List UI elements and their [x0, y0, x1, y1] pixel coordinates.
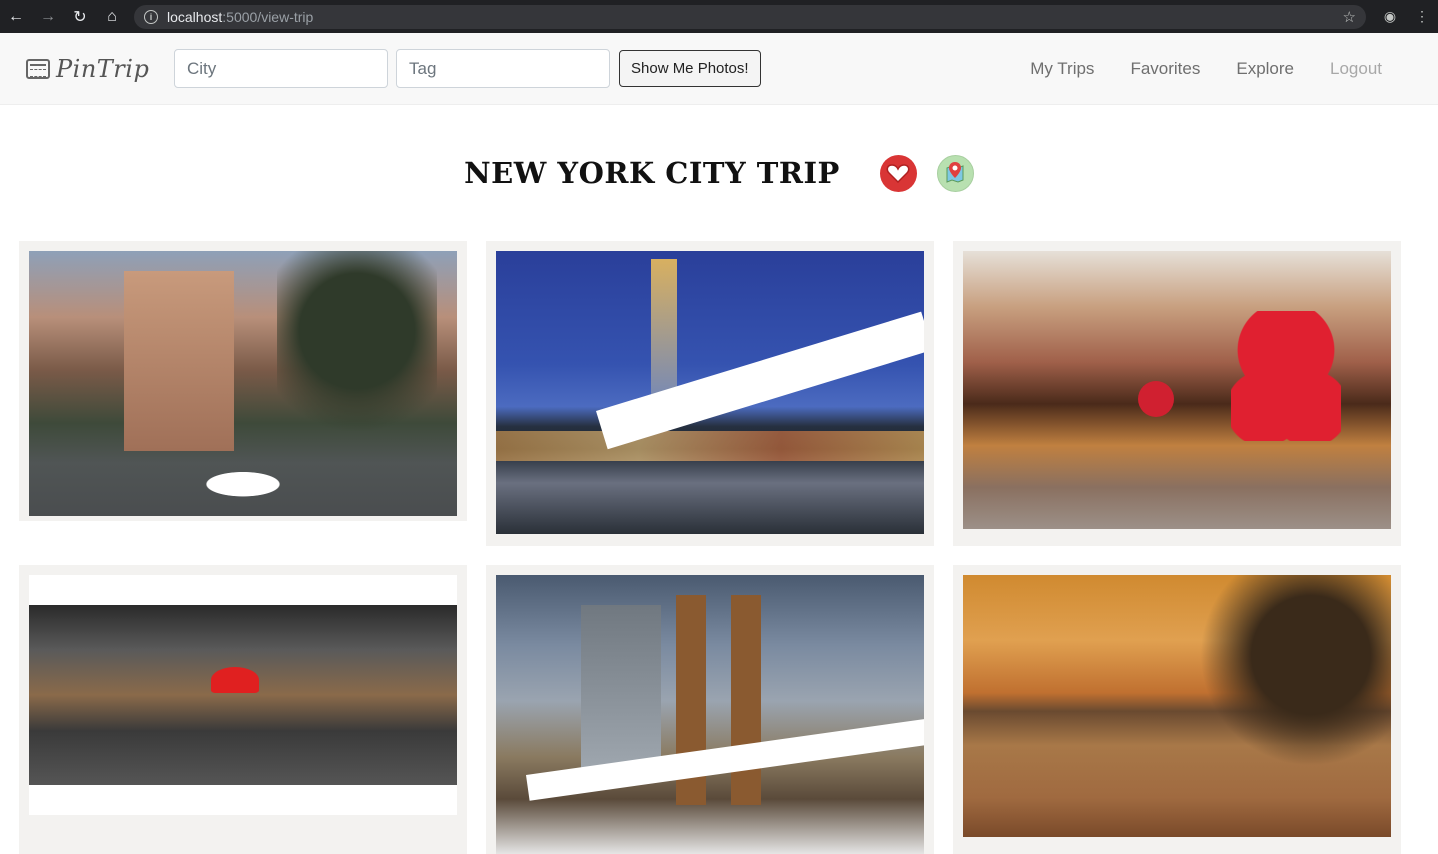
photo-manhattan-bridge[interactable] — [496, 251, 924, 534]
trip-header: NEW YORK CITY TRIP — [0, 105, 1438, 241]
tree-shape — [277, 251, 437, 451]
bookmark-star-icon[interactable]: ☆ — [1343, 8, 1356, 26]
incognito-icon[interactable]: ◉ — [1374, 8, 1406, 25]
building-shape — [124, 271, 234, 451]
nav-logout[interactable]: Logout — [1330, 59, 1382, 79]
browser-toolbar: ← → ↻ ⌂ i localhost:5000/view-trip ☆ ◉ ⋮ — [0, 0, 1438, 33]
page-title: NEW YORK CITY TRIP — [464, 156, 840, 190]
nav-explore[interactable]: Explore — [1236, 59, 1294, 79]
ornament-shape — [1231, 311, 1341, 441]
nav-links: My Trips Favorites Explore Logout — [994, 59, 1382, 79]
building-shape — [581, 605, 661, 775]
city-input[interactable] — [174, 49, 388, 88]
tree-shape — [1191, 575, 1391, 775]
photo-flatiron[interactable] — [29, 251, 457, 516]
photo-card[interactable] — [486, 565, 934, 854]
menu-dots-icon[interactable]: ⋮ — [1406, 8, 1438, 25]
tag-input[interactable] — [396, 49, 610, 88]
photo-card[interactable] — [953, 565, 1401, 854]
calendar-logo-icon — [26, 58, 50, 79]
photo-brooklyn-bridge[interactable] — [496, 575, 924, 854]
brand[interactable]: PinTrip — [26, 55, 174, 83]
photo-bridge-walkway[interactable] — [29, 575, 457, 815]
url-host: localhost — [167, 8, 223, 25]
app-navbar: PinTrip Show Me Photos! My Trips Favorit… — [0, 33, 1438, 105]
brand-name: PinTrip — [56, 54, 150, 83]
map-pin-icon[interactable] — [936, 154, 974, 192]
favorite-heart-icon[interactable] — [879, 154, 917, 192]
info-icon[interactable]: i — [144, 9, 158, 24]
nav-favorites[interactable]: Favorites — [1130, 59, 1200, 79]
show-photos-button[interactable]: Show Me Photos! — [619, 50, 761, 87]
address-bar[interactable]: i localhost:5000/view-trip ☆ — [134, 4, 1366, 29]
photo-card[interactable] — [19, 241, 467, 521]
url-path: :5000/view-trip — [222, 8, 314, 25]
walkway-scene — [29, 605, 457, 785]
photo-card[interactable] — [19, 565, 467, 854]
forward-icon[interactable]: → — [32, 0, 64, 33]
home-icon[interactable]: ⌂ — [96, 0, 128, 33]
photo-grid — [0, 241, 1438, 854]
tower-shape — [731, 595, 761, 805]
nav-my-trips[interactable]: My Trips — [1030, 59, 1094, 79]
umbrella-shape — [211, 667, 259, 693]
back-icon[interactable]: ← — [0, 0, 32, 33]
skyline-glow — [496, 431, 924, 461]
photo-waterfront-sunset[interactable] — [963, 575, 1391, 837]
photo-card[interactable] — [486, 241, 934, 546]
photo-card[interactable] — [953, 241, 1401, 546]
photo-rockefeller[interactable] — [963, 251, 1391, 529]
reload-icon[interactable]: ↻ — [64, 0, 96, 33]
bridge-shape — [596, 311, 924, 450]
ornament-shape — [1138, 381, 1174, 417]
